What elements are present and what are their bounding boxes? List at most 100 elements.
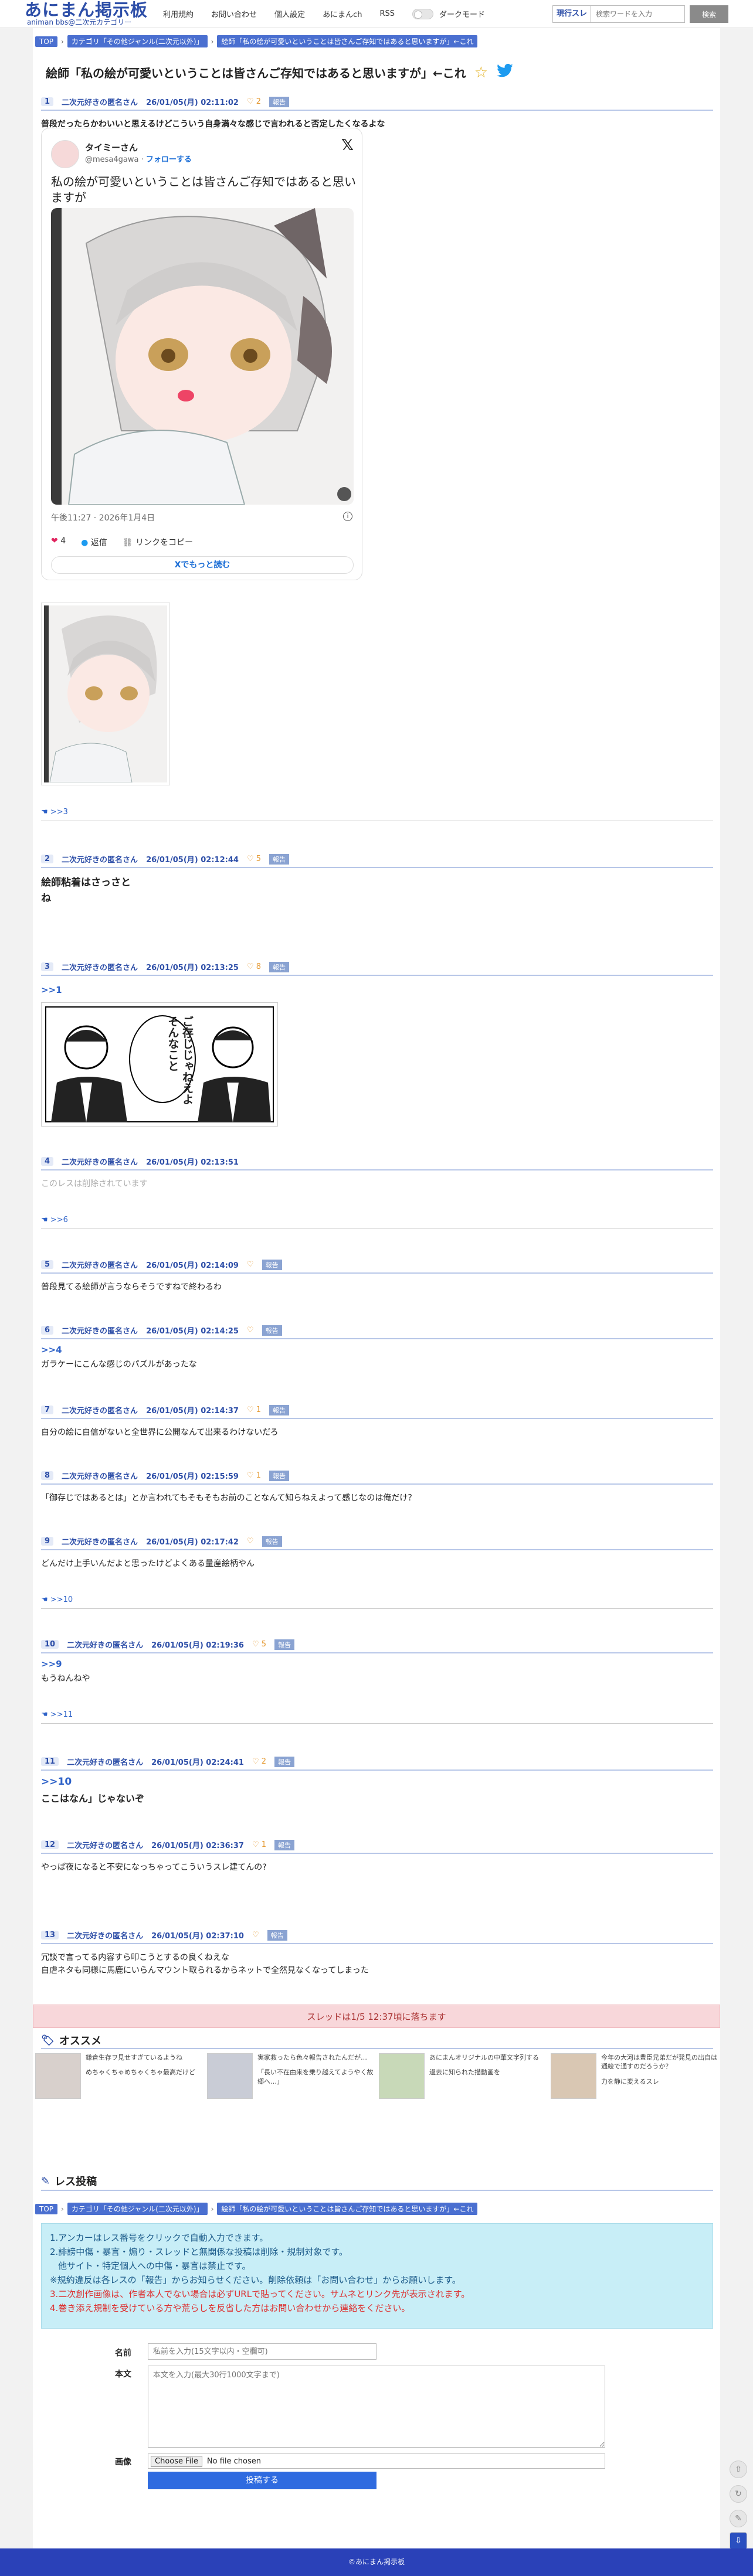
post-number[interactable]: 1 — [41, 97, 54, 106]
twitter-share-icon[interactable] — [496, 63, 514, 81]
scroll-bottom-icon[interactable]: ⇩ — [730, 2532, 747, 2550]
recommend-thumbnail[interactable] — [35, 2053, 81, 2099]
like-button[interactable]: ♡ 2 — [252, 1757, 266, 1766]
report-button[interactable]: 報告 — [274, 1839, 295, 1850]
name-input[interactable] — [148, 2343, 376, 2360]
recommend-item-title[interactable]: 実家救ったら色々報告されたんだが… — [257, 2053, 374, 2062]
anchor-link[interactable]: >>4 — [41, 1343, 713, 1357]
recommend-thumbnail[interactable] — [551, 2053, 596, 2099]
post-number[interactable]: 3 — [41, 962, 54, 971]
post-number[interactable]: 5 — [41, 1260, 54, 1269]
breadcrumb-category[interactable]: カテゴリ「その他ジャンル(二次元以外)」 — [67, 2203, 208, 2215]
report-button[interactable]: 報告 — [267, 1930, 287, 1941]
tweet-timestamp[interactable]: 午後11:27 · 2026年1月4日 — [51, 512, 155, 523]
post-number[interactable]: 6 — [41, 1326, 54, 1335]
recommend-item-title[interactable]: 鎌倉生存ヲ見せすぎているようね — [86, 2053, 195, 2062]
tweet-reply-button[interactable]: ● 返信 — [81, 536, 107, 548]
recommend-item[interactable]: 今年の大河は豊臣兄弟だが発見の出自は通絵で通すのだろうか？ 力を静に変えるスレ — [548, 2053, 720, 2099]
nav-animanch[interactable]: あにまんch — [323, 8, 362, 19]
nav-settings[interactable]: 個人設定 — [274, 8, 305, 19]
tweet-like-button[interactable]: ❤ 4 — [51, 536, 66, 548]
report-button[interactable]: 報告 — [269, 961, 289, 972]
like-button[interactable]: ♡ — [247, 1537, 254, 1546]
body-textarea[interactable] — [148, 2366, 605, 2448]
embedded-tweet[interactable]: タイミーさん @mesa4gawa · フォローする 𝕏 私の絵が可愛いというこ… — [41, 128, 362, 580]
tweet-author-name[interactable]: タイミーさん — [85, 141, 138, 154]
breadcrumb-category[interactable]: カテゴリ「その他ジャンル(二次元以外)」 — [67, 35, 208, 47]
post-number[interactable]: 11 — [41, 1757, 59, 1766]
recommend-thumbnail[interactable] — [207, 2053, 253, 2099]
reload-icon[interactable]: ↻ — [730, 2485, 747, 2503]
dark-mode-toggle[interactable] — [412, 8, 433, 19]
tweet-follow-link[interactable]: フォローする — [146, 155, 192, 164]
report-button[interactable]: 報告 — [262, 1259, 282, 1270]
anchor-link[interactable]: >>9 — [41, 1657, 713, 1671]
like-button[interactable]: ♡ 5 — [247, 855, 261, 863]
recommend-thumbnail[interactable] — [379, 2053, 425, 2099]
post-number[interactable]: 8 — [41, 1471, 54, 1480]
anchor-link[interactable]: >>1 — [41, 983, 713, 997]
post-number[interactable]: 2 — [41, 855, 54, 863]
report-button[interactable]: 報告 — [269, 1404, 289, 1415]
choose-file-button[interactable]: Choose File — [151, 2455, 202, 2467]
recommend-item-sub[interactable]: 過去に知られた描動画を — [429, 2068, 539, 2077]
reply-link[interactable]: ☚ >>10 — [41, 1595, 73, 1604]
breadcrumb-thread[interactable]: 絵師「私の絵が可愛いということは皆さんご存知ではあると思いますが」←これ — [217, 35, 478, 47]
recommend-item-title[interactable]: あにまんオリジナルの中華文字列する — [429, 2053, 539, 2062]
post-number[interactable]: 9 — [41, 1537, 54, 1546]
image-file-input[interactable]: Choose File No file chosen — [148, 2454, 605, 2469]
report-button[interactable]: 報告 — [269, 96, 289, 107]
like-button[interactable]: ♡ — [247, 1326, 254, 1335]
breadcrumb-thread[interactable]: 絵師「私の絵が可愛いということは皆さんご存知ではあると思いますが」←これ — [217, 2203, 478, 2215]
info-icon[interactable]: i — [343, 512, 352, 521]
recommend-item[interactable]: あにまんオリジナルの中華文字列する 過去に知られた描動画を — [376, 2053, 548, 2099]
tweet-copy-link-button[interactable]: ⛓ リンクをコピー — [123, 536, 193, 548]
report-button[interactable]: 報告 — [262, 1536, 282, 1547]
recommend-item[interactable]: 鎌倉生存ヲ見せすぎているようね めちゃくちゃめちゃくちゃ最高だけど — [33, 2053, 205, 2099]
submit-post-button[interactable]: 投稿する — [148, 2472, 376, 2489]
recommend-item-title[interactable]: 今年の大河は豊臣兄弟だが発見の出自は通絵で通すのだろうか？ — [601, 2053, 718, 2071]
post-number[interactable]: 4 — [41, 1157, 54, 1166]
search-type-select[interactable]: 現行スレ — [552, 5, 591, 23]
edit-icon[interactable]: ✎ — [730, 2510, 747, 2527]
search-input[interactable] — [591, 5, 685, 23]
like-button[interactable]: ♡ — [247, 1260, 254, 1269]
post-number[interactable]: 10 — [41, 1640, 59, 1649]
post-number[interactable]: 13 — [41, 1931, 59, 1939]
recommend-item[interactable]: 実家救ったら色々報告されたんだが… 「長い不在由来を乗り越えてようやく故郷へ…」 — [205, 2053, 376, 2099]
nav-contact[interactable]: お問い合わせ — [211, 8, 257, 19]
reply-link[interactable]: ☚ >>3 — [41, 808, 68, 816]
search-button[interactable]: 検索 — [690, 5, 728, 23]
recommend-item-sub[interactable]: 「長い不在由来を乗り越えてようやく故郷へ…」 — [257, 2068, 374, 2086]
like-button[interactable]: ♡ 1 — [247, 1406, 261, 1414]
nav-rss[interactable]: RSS — [379, 9, 395, 18]
nav-terms[interactable]: 利用規約 — [163, 8, 194, 19]
post-number[interactable]: 12 — [41, 1840, 59, 1849]
like-button[interactable]: ♡ 8 — [247, 962, 261, 971]
breadcrumb-top[interactable]: TOP — [35, 36, 58, 47]
anchor-link[interactable]: >>10 — [41, 1774, 713, 1790]
post-3-image[interactable]: ご存じじゃねえよそんなこと — [41, 1002, 278, 1127]
reply-link[interactable]: ☚ >>6 — [41, 1216, 68, 1224]
like-button[interactable]: ♡ 5 — [252, 1640, 266, 1649]
report-button[interactable]: 報告 — [269, 1470, 289, 1481]
breadcrumb-top[interactable]: TOP — [35, 2203, 58, 2214]
like-button[interactable]: ♡ 1 — [247, 1471, 261, 1480]
reply-link[interactable]: ☚ >>11 — [41, 1710, 73, 1719]
report-button[interactable]: 報告 — [269, 853, 289, 865]
report-button[interactable]: 報告 — [274, 1756, 295, 1767]
favorite-star-icon[interactable]: ☆ — [474, 64, 488, 81]
report-button[interactable]: 報告 — [262, 1325, 282, 1336]
post-number[interactable]: 7 — [41, 1406, 54, 1414]
like-button[interactable]: ♡ — [252, 1931, 259, 1939]
scroll-top-icon[interactable]: ⇧ — [730, 2461, 747, 2478]
recommend-item-sub[interactable]: めちゃくちゃめちゃくちゃ最高だけど — [86, 2068, 195, 2077]
report-button[interactable]: 報告 — [274, 1639, 295, 1650]
like-button[interactable]: ♡ 2 — [247, 97, 261, 106]
recommend-item-sub[interactable]: 力を静に変えるスレ — [601, 2077, 718, 2086]
tweet-image[interactable] — [51, 208, 354, 505]
x-logo-icon[interactable]: 𝕏 — [341, 137, 354, 154]
tweet-avatar[interactable] — [51, 140, 79, 168]
tweet-read-more-button[interactable]: Xでもっと読む — [51, 556, 354, 574]
post-1-image[interactable] — [41, 603, 170, 785]
